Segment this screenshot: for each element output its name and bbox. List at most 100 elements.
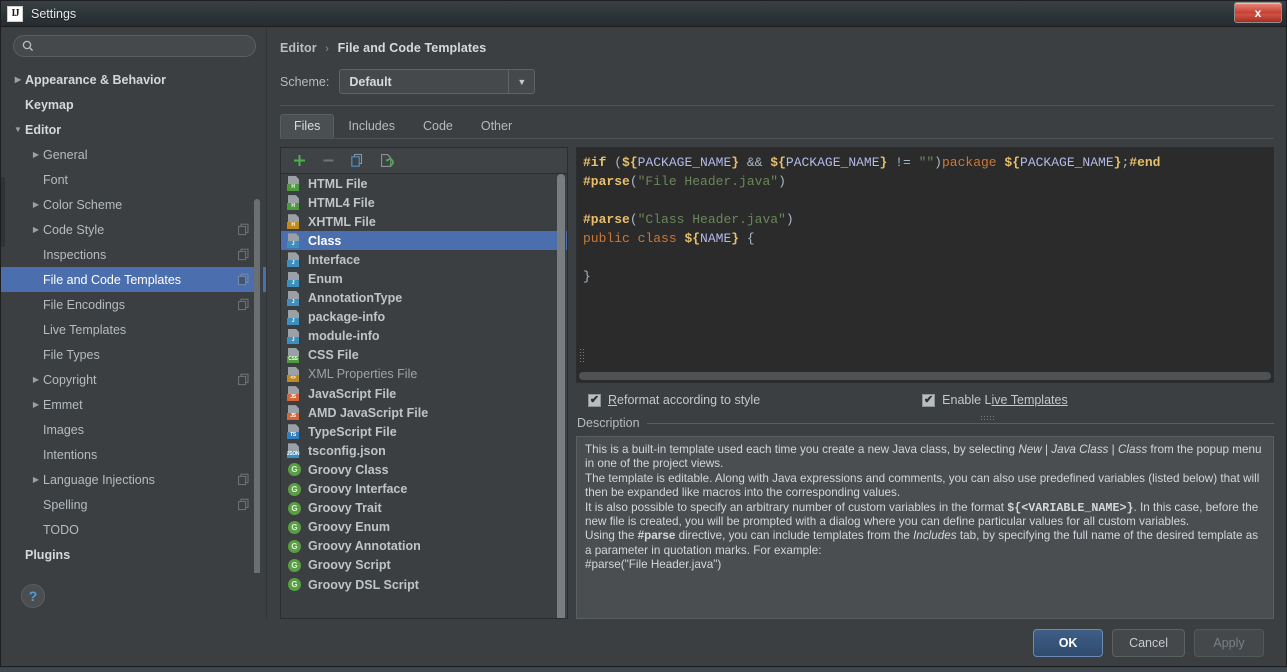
tab-includes[interactable]: Includes <box>334 114 409 138</box>
live-templates-checkbox[interactable]: ✔ Enable Live Templates <box>922 393 1068 420</box>
cancel-button[interactable]: Cancel <box>1112 628 1185 657</box>
close-icon[interactable]: x <box>1234 2 1282 23</box>
help-bar: ? <box>1 573 266 619</box>
sidebar-item-editor[interactable]: ▼ Editor <box>1 117 266 142</box>
chevron-right-icon[interactable]: ▶ <box>29 375 43 384</box>
chevron-right-icon[interactable]: ▶ <box>29 225 43 234</box>
code-token: ( <box>614 155 623 170</box>
chevron-right-icon[interactable]: ▶ <box>29 400 43 409</box>
template-item[interactable]: G Groovy Class <box>281 460 567 479</box>
template-item[interactable]: TS TypeScript File <box>281 422 567 441</box>
ok-button[interactable]: OK <box>1033 628 1104 657</box>
tab-other[interactable]: Other <box>467 114 526 138</box>
reset-icon[interactable] <box>378 152 395 169</box>
template-item[interactable]: G Groovy Annotation <box>281 537 567 556</box>
html-file-icon: H <box>287 176 301 192</box>
template-item-label: Groovy DSL Script <box>308 577 419 592</box>
sidebar-item-plugins[interactable]: Plugins <box>1 542 266 567</box>
project-scope-icon <box>237 223 250 236</box>
template-item[interactable]: G Groovy Script <box>281 556 567 575</box>
templates-list-scroll[interactable]: H HTML File H HTML4 File H XHTML File J Class J I… <box>281 174 567 618</box>
chevron-down-icon[interactable]: ▼ <box>11 125 25 134</box>
sidebar-item-general[interactable]: ▶ General <box>1 142 266 167</box>
dialog-titlebar[interactable]: IJ Settings x <box>1 1 1286 27</box>
sidebar-item-emmet[interactable]: ▶ Emmet <box>1 392 266 417</box>
template-code-editor[interactable]: #if (${PACKAGE_NAME} && ${PACKAGE_NAME} … <box>576 147 1274 383</box>
editor-horizontal-scrollbar[interactable] <box>579 372 1271 380</box>
sidebar-scrollbar-track[interactable] <box>254 69 263 573</box>
template-item[interactable]: JSON tsconfig.json <box>281 441 567 460</box>
template-item[interactable]: G Groovy Enum <box>281 518 567 537</box>
sidebar-item-keymap[interactable]: Keymap <box>1 92 266 117</box>
code-token: } <box>731 155 740 170</box>
template-item[interactable]: J AnnotationType <box>281 289 567 308</box>
java-class-icon: J <box>287 328 301 344</box>
sidebar-item-file-and-code-templates[interactable]: File and Code Templates <box>1 267 266 292</box>
template-item[interactable]: J Class <box>281 231 567 251</box>
chevron-right-icon[interactable]: ▶ <box>29 150 43 159</box>
chevron-right-icon[interactable]: ▶ <box>29 200 43 209</box>
tab-code[interactable]: Code <box>409 114 467 138</box>
chevron-right-icon[interactable]: ▶ <box>11 75 25 84</box>
description-resize-grip[interactable] <box>980 415 997 420</box>
template-item[interactable]: G Groovy Trait <box>281 499 567 518</box>
templates-scrollbar-track[interactable] <box>557 174 566 618</box>
template-item[interactable]: Jmodule-info <box>281 327 567 346</box>
sidebar-scrollbar-thumb[interactable] <box>254 199 260 573</box>
breadcrumb-separator: › <box>325 43 330 55</box>
search-box[interactable] <box>13 35 256 57</box>
search-input[interactable] <box>34 38 247 54</box>
tab-files[interactable]: Files <box>280 114 335 138</box>
template-item-label: Groovy Annotation <box>308 539 421 554</box>
code-token: #parse <box>583 174 630 189</box>
breadcrumb-parent[interactable]: Editor <box>280 41 317 55</box>
sidebar-item-code-style[interactable]: ▶ Code Style <box>1 217 266 242</box>
sidebar-item-todo[interactable]: TODO <box>1 517 266 542</box>
live-templates-checkbox-box[interactable]: ✔ <box>922 393 936 407</box>
template-item[interactable]: J Enum <box>281 269 567 288</box>
template-item-label: Groovy Trait <box>308 501 382 516</box>
template-code-text[interactable]: #if (${PACKAGE_NAME} && ${PACKAGE_NAME} … <box>577 148 1273 286</box>
copy-icon[interactable] <box>349 152 366 169</box>
scheme-row: Scheme: Default ▼ <box>270 55 1274 94</box>
add-icon[interactable] <box>291 152 308 169</box>
reformat-checkbox-box[interactable]: ✔ <box>588 393 601 407</box>
sidebar-item-live-templates[interactable]: Live Templates <box>1 317 266 342</box>
template-item[interactable]: JS AMD JavaScript File <box>281 403 567 422</box>
template-item[interactable]: JS JavaScript File <box>281 384 567 403</box>
template-item[interactable]: Jpackage-info <box>281 308 567 327</box>
description-paragraph: The template is editable. Along with Jav… <box>585 471 1260 500</box>
template-item[interactable]: G Groovy DSL Script <box>281 575 567 594</box>
help-icon[interactable]: ? <box>21 584 45 608</box>
template-item[interactable]: J Interface <box>281 250 567 269</box>
reformat-checkbox[interactable]: ✔ Reformat according to style <box>588 393 760 407</box>
sidebar-item-copyright[interactable]: ▶ Copyright <box>1 367 266 392</box>
templates-scrollbar-thumb[interactable] <box>557 174 565 618</box>
editor-resize-grip[interactable] <box>579 348 584 364</box>
sidebar-item-file-encodings[interactable]: File Encodings <box>1 292 266 317</box>
remove-icon[interactable] <box>320 152 337 169</box>
sidebar-item-language-injections[interactable]: ▶ Language Injections <box>1 467 266 492</box>
chevron-down-icon[interactable]: ▼ <box>508 70 534 93</box>
sidebar-item-label: TODO <box>43 522 79 537</box>
sidebar-item-inspections[interactable]: Inspections <box>1 242 266 267</box>
template-item[interactable]: <> XML Properties File <box>281 365 567 384</box>
template-item[interactable]: CSS CSS File <box>281 346 567 365</box>
apply-button[interactable]: Apply <box>1194 628 1264 657</box>
sidebar-item-file-types[interactable]: File Types <box>1 342 266 367</box>
template-item[interactable]: H HTML4 File <box>281 193 567 212</box>
sidebar-item-appearance-behavior[interactable]: ▶ Appearance & Behavior <box>1 67 266 92</box>
sidebar-item-spelling[interactable]: Spelling <box>1 492 266 517</box>
sidebar-item-intentions[interactable]: Intentions <box>1 442 266 467</box>
templates-toolbar <box>281 148 567 174</box>
sidebar-item-font[interactable]: Font <box>1 167 266 192</box>
chevron-right-icon[interactable]: ▶ <box>29 475 43 484</box>
sidebar-item-version-control[interactable]: ▶Version Control <box>1 567 266 574</box>
search-container <box>1 35 266 63</box>
sidebar-item-color-scheme[interactable]: ▶ Color Scheme <box>1 192 266 217</box>
sidebar-item-images[interactable]: Images <box>1 417 266 442</box>
template-item[interactable]: H HTML File <box>281 174 567 193</box>
template-item[interactable]: H XHTML File <box>281 212 567 231</box>
scheme-dropdown[interactable]: Default ▼ <box>339 69 536 94</box>
template-item[interactable]: G Groovy Interface <box>281 480 567 499</box>
